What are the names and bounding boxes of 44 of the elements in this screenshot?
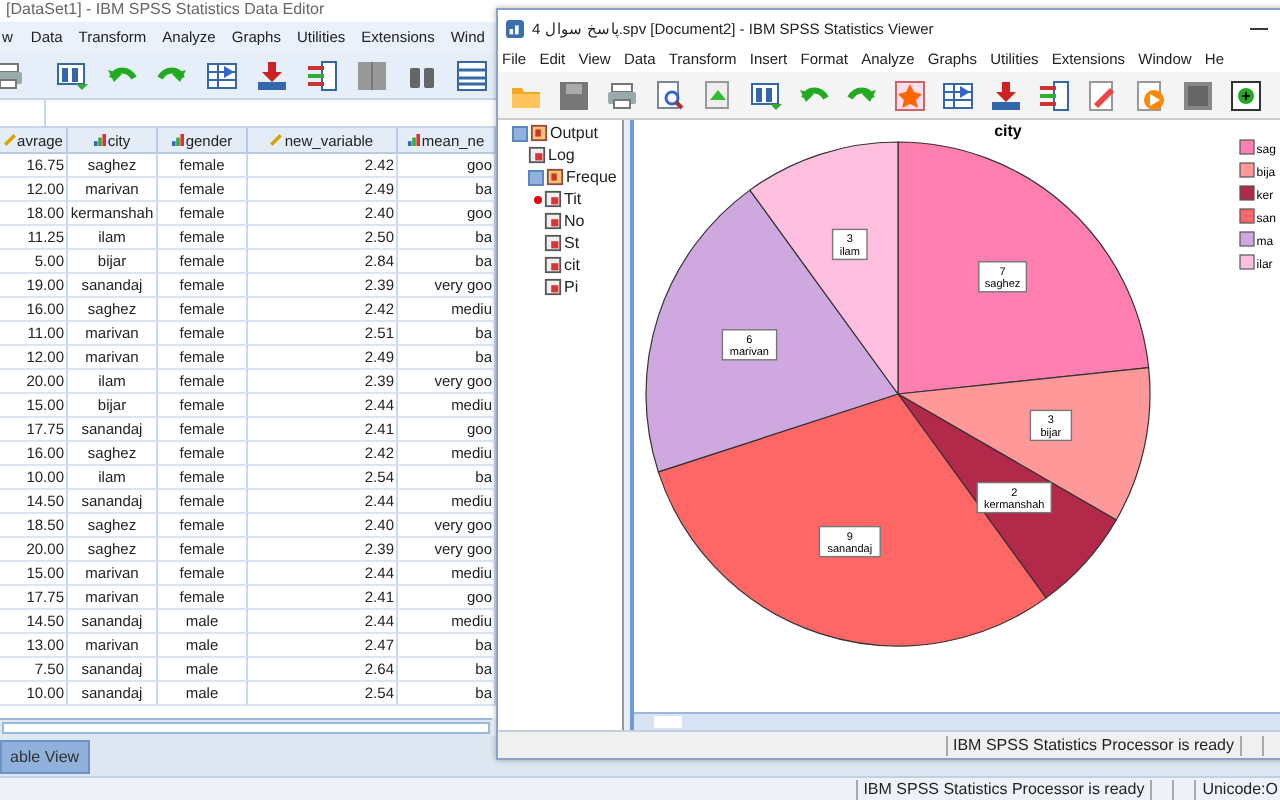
splitter[interactable] [624, 120, 634, 730]
collapse-icon[interactable] [528, 169, 544, 185]
document-icon[interactable] [702, 79, 734, 111]
plus-icon[interactable] [1230, 79, 1262, 111]
outline-item[interactable]: Pi [564, 278, 579, 296]
star-icon[interactable] [894, 79, 926, 111]
insert-column-icon[interactable] [306, 59, 338, 91]
edit-document-icon[interactable] [1086, 79, 1118, 111]
insert-row-icon[interactable] [256, 59, 288, 91]
status-text: IBM SPSS Statistics Processor is ready [855, 779, 1151, 799]
status-text: Unicode:O [1194, 779, 1280, 799]
table-arrow-icon[interactable] [750, 79, 782, 111]
bar-chart-icon [407, 132, 420, 148]
outline-item[interactable]: St [564, 234, 580, 252]
insert-column-icon[interactable] [1038, 79, 1070, 111]
outline-item[interactable]: Log [548, 146, 575, 164]
tab[interactable]: able View [0, 739, 90, 773]
table-arrow-icon[interactable] [56, 59, 88, 91]
split-icon[interactable] [356, 59, 388, 91]
table-arrow-icon[interactable] [206, 59, 238, 91]
square-icon[interactable] [1182, 79, 1214, 111]
printer-icon[interactable] [606, 79, 638, 111]
outline-item[interactable]: Freque [566, 168, 617, 186]
scrollbar[interactable] [634, 712, 1280, 730]
print-preview-icon[interactable] [654, 79, 686, 111]
status-text: IBM SPSS Statistics Processor is ready [945, 735, 1240, 755]
outline-item[interactable]: Tit [564, 190, 582, 208]
play-document-icon[interactable] [1134, 79, 1166, 111]
chart-title: city [994, 122, 1022, 140]
app-icon [506, 19, 524, 37]
outline-item[interactable]: No [564, 212, 585, 230]
collapse-icon[interactable] [512, 125, 528, 141]
printer-icon[interactable] [0, 59, 24, 91]
table-arrow-icon[interactable] [942, 79, 974, 111]
save-icon[interactable] [558, 79, 590, 111]
insert-row-icon[interactable] [990, 79, 1022, 111]
outline-item[interactable]: cit [564, 256, 580, 274]
bar-chart-icon [171, 132, 184, 148]
outline-item[interactable]: Output [550, 124, 599, 142]
ruler-icon [270, 132, 283, 148]
grid-icon[interactable] [456, 59, 488, 91]
ruler-icon [3, 132, 16, 148]
bar-chart-icon [93, 132, 106, 148]
scrollbar[interactable] [0, 718, 492, 736]
